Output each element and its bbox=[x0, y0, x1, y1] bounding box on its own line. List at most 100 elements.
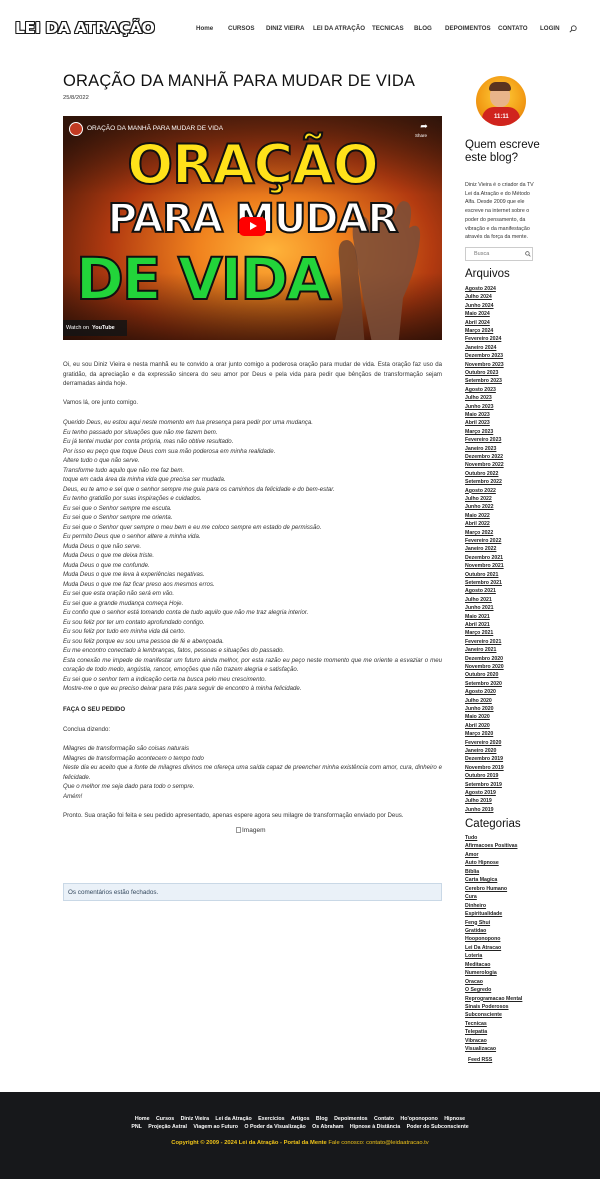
footer-link[interactable]: Hipnose bbox=[444, 1116, 465, 1122]
archive-link[interactable]: Novembro 2019 bbox=[465, 765, 504, 771]
archive-link[interactable]: Junho 2019 bbox=[465, 807, 494, 813]
category-link[interactable]: Afirmacoes Positivas bbox=[465, 843, 517, 849]
watch-on-youtube[interactable]: Watch on YouTube bbox=[63, 320, 127, 336]
channel-avatar[interactable] bbox=[69, 122, 83, 136]
archive-link[interactable]: Janeiro 2022 bbox=[465, 546, 496, 552]
footer-link[interactable]: PNL bbox=[131, 1124, 142, 1130]
category-link[interactable]: Dinheiro bbox=[465, 903, 486, 909]
footer-link[interactable]: Viagem ao Futuro bbox=[193, 1124, 238, 1130]
archive-link[interactable]: Junho 2024 bbox=[465, 303, 494, 309]
archive-link[interactable]: Novembro 2021 bbox=[465, 563, 504, 569]
archive-link[interactable]: Junho 2023 bbox=[465, 404, 494, 410]
share-label[interactable]: Share bbox=[415, 133, 427, 138]
nav-login[interactable]: LOGIN bbox=[540, 25, 560, 32]
archive-link[interactable]: Março 2023 bbox=[465, 429, 493, 435]
category-link[interactable]: Telepatia bbox=[465, 1029, 487, 1035]
archive-link[interactable]: Setembro 2021 bbox=[465, 580, 502, 586]
search-icon[interactable] bbox=[525, 251, 531, 257]
archive-link[interactable]: Março 2024 bbox=[465, 328, 493, 334]
archive-link[interactable]: Julho 2024 bbox=[465, 294, 492, 300]
category-link[interactable]: Meditacao bbox=[465, 962, 490, 968]
archive-link[interactable]: Junho 2021 bbox=[465, 605, 494, 611]
site-logo[interactable]: LEI DA ATRAÇÃO bbox=[15, 19, 155, 37]
nav-contato[interactable]: CONTATO bbox=[498, 25, 528, 32]
archive-link[interactable]: Junho 2020 bbox=[465, 706, 494, 712]
archive-link[interactable]: Dezembro 2021 bbox=[465, 555, 503, 561]
archive-link[interactable]: Julho 2022 bbox=[465, 496, 492, 502]
archive-link[interactable]: Agosto 2019 bbox=[465, 790, 496, 796]
archive-link[interactable]: Julho 2019 bbox=[465, 798, 492, 804]
category-link[interactable]: Cerebro Humano bbox=[465, 886, 507, 892]
category-link[interactable]: Cura bbox=[465, 894, 477, 900]
archive-link[interactable]: Agosto 2020 bbox=[465, 689, 496, 695]
archive-link[interactable]: Fevereiro 2021 bbox=[465, 639, 501, 645]
archive-link[interactable]: Fevereiro 2022 bbox=[465, 538, 501, 544]
archive-link[interactable]: Abril 2020 bbox=[465, 723, 490, 729]
archive-link[interactable]: Fevereiro 2020 bbox=[465, 740, 501, 746]
archive-link[interactable]: Janeiro 2020 bbox=[465, 748, 496, 754]
category-link[interactable]: Tudo bbox=[465, 835, 477, 841]
archive-link[interactable]: Outubro 2022 bbox=[465, 471, 498, 477]
footer-link[interactable]: Os Abraham bbox=[312, 1124, 343, 1130]
archive-link[interactable]: Julho 2021 bbox=[465, 597, 492, 603]
archive-link[interactable]: Maio 2021 bbox=[465, 614, 490, 620]
footer-link[interactable]: Home bbox=[135, 1116, 150, 1122]
archive-link[interactable]: Novembro 2023 bbox=[465, 362, 504, 368]
category-link[interactable]: Reprogramacao Mental bbox=[465, 996, 522, 1002]
archive-link[interactable]: Junho 2022 bbox=[465, 504, 494, 510]
archive-link[interactable]: Novembro 2020 bbox=[465, 664, 504, 670]
archive-link[interactable]: Maio 2020 bbox=[465, 714, 490, 720]
category-link[interactable]: Auto Hipnose bbox=[465, 860, 499, 866]
archive-link[interactable]: Janeiro 2024 bbox=[465, 345, 496, 351]
nav-home[interactable]: Home bbox=[196, 25, 213, 32]
search-icon[interactable] bbox=[569, 25, 577, 33]
nav-tecnicas[interactable]: TECNICAS bbox=[372, 25, 404, 32]
archive-link[interactable]: Fevereiro 2024 bbox=[465, 336, 501, 342]
footer-link[interactable]: Ho'oponopono bbox=[400, 1116, 437, 1122]
footer-link[interactable]: Exercícios bbox=[258, 1116, 285, 1122]
category-link[interactable]: Numerologia bbox=[465, 970, 497, 976]
nav-lei-da-atracao[interactable]: LEI DA ATRAÇÃO bbox=[313, 25, 365, 32]
archive-link[interactable]: Agosto 2023 bbox=[465, 387, 496, 393]
archive-link[interactable]: Janeiro 2021 bbox=[465, 647, 496, 653]
archive-link[interactable]: Março 2022 bbox=[465, 530, 493, 536]
nav-diniz-vieira[interactable]: DINIZ VIEIRA bbox=[266, 25, 305, 32]
category-link[interactable]: Lei Da Atracao bbox=[465, 945, 501, 951]
footer-link[interactable]: Cursos bbox=[156, 1116, 174, 1122]
archive-link[interactable]: Setembro 2022 bbox=[465, 479, 502, 485]
archive-link[interactable]: Outubro 2019 bbox=[465, 773, 498, 779]
footer-link[interactable]: Hipnose à Distância bbox=[350, 1124, 400, 1130]
archive-link[interactable]: Dezembro 2022 bbox=[465, 454, 503, 460]
contact-link[interactable]: Fale conosco: contato@leidaatracao.tv bbox=[328, 1140, 428, 1146]
category-link[interactable]: Espiritualidade bbox=[465, 911, 502, 917]
archive-link[interactable]: Maio 2024 bbox=[465, 311, 490, 317]
category-link[interactable]: Feng Shui bbox=[465, 920, 490, 926]
nav-blog[interactable]: BLOG bbox=[414, 25, 432, 32]
footer-link[interactable]: Blog bbox=[316, 1116, 328, 1122]
archive-link[interactable]: Agosto 2024 bbox=[465, 286, 496, 292]
archive-link[interactable]: Outubro 2020 bbox=[465, 672, 498, 678]
category-link[interactable]: Bíblia bbox=[465, 869, 479, 875]
archive-link[interactable]: Setembro 2020 bbox=[465, 681, 502, 687]
category-link[interactable]: Sinais Poderosos bbox=[465, 1004, 509, 1010]
archive-link[interactable]: Maio 2022 bbox=[465, 513, 490, 519]
archive-link[interactable]: Março 2020 bbox=[465, 731, 493, 737]
archive-link[interactable]: Abril 2021 bbox=[465, 622, 490, 628]
archive-link[interactable]: Outubro 2023 bbox=[465, 370, 498, 376]
footer-link[interactable]: Lei da Atração bbox=[215, 1116, 251, 1122]
play-button[interactable] bbox=[239, 217, 266, 236]
footer-link[interactable]: Depoimentos bbox=[334, 1116, 368, 1122]
archive-link[interactable]: Julho 2023 bbox=[465, 395, 492, 401]
archive-link[interactable]: Janeiro 2023 bbox=[465, 446, 496, 452]
archive-link[interactable]: Setembro 2023 bbox=[465, 378, 502, 384]
category-link[interactable]: Oracao bbox=[465, 979, 483, 985]
archive-link[interactable]: Dezembro 2020 bbox=[465, 656, 503, 662]
category-link[interactable]: Subconsciente bbox=[465, 1012, 502, 1018]
category-link[interactable]: Loteria bbox=[465, 953, 482, 959]
category-link[interactable]: Hooponopono bbox=[465, 936, 500, 942]
category-link[interactable]: Vibracao bbox=[465, 1038, 487, 1044]
footer-link[interactable]: Poder do Subconsciente bbox=[407, 1124, 469, 1130]
archive-link[interactable]: Maio 2023 bbox=[465, 412, 490, 418]
footer-link[interactable]: Projeção Astral bbox=[148, 1124, 187, 1130]
archive-link[interactable]: Novembro 2022 bbox=[465, 462, 504, 468]
